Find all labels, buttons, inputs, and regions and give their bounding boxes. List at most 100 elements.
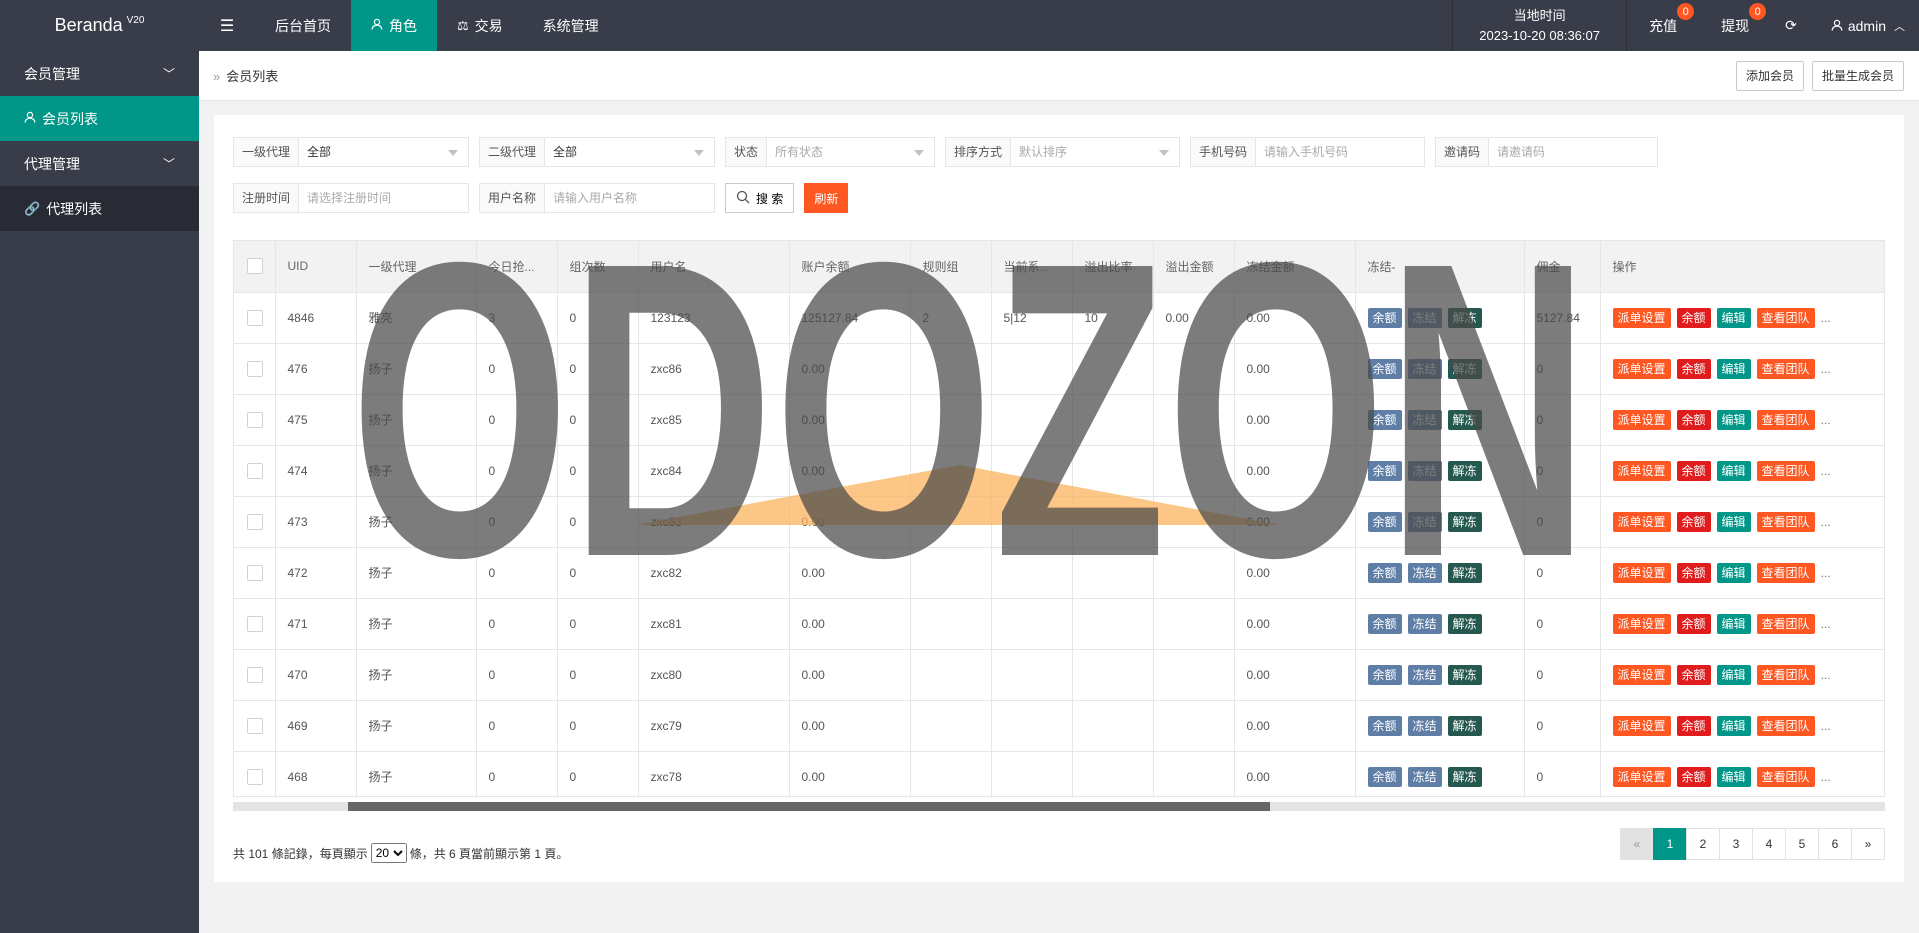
- freeze-button[interactable]: 冻结: [1407, 664, 1442, 685]
- unfreeze-button[interactable]: 解冻: [1447, 562, 1482, 583]
- more-actions-button[interactable]: ...: [1821, 464, 1831, 478]
- balance-edit-button[interactable]: 余额: [1676, 715, 1711, 736]
- row-checkbox[interactable]: [247, 411, 263, 428]
- status-select[interactable]: 状态 所有状态: [725, 137, 935, 167]
- balance-edit-button[interactable]: 余额: [1676, 511, 1711, 532]
- dispatch-settings-button[interactable]: 派单设置: [1612, 511, 1671, 532]
- unfreeze-button[interactable]: 解冻: [1447, 715, 1482, 736]
- brand-logo[interactable]: Beranda V20: [0, 0, 199, 51]
- balance-button[interactable]: 余额: [1367, 664, 1402, 685]
- row-checkbox[interactable]: [247, 564, 263, 581]
- nav-item-system[interactable]: 系统管理: [523, 0, 619, 51]
- column-header[interactable]: 冻结金额: [1234, 241, 1356, 293]
- balance-button[interactable]: 余额: [1367, 358, 1402, 379]
- dispatch-settings-button[interactable]: 派单设置: [1612, 664, 1671, 685]
- row-checkbox[interactable]: [247, 309, 263, 326]
- more-actions-button[interactable]: ...: [1821, 413, 1831, 427]
- table-row[interactable]: 476 扬子 0 0 zxc86 0.00 0.00 余额 冻结 解冻 0 派单设置 余额 编辑 查看团队.…: [234, 343, 1884, 395]
- sidebar-group-members[interactable]: 会员管理 ﹀: [0, 51, 199, 96]
- balance-edit-button[interactable]: 余额: [1676, 358, 1711, 379]
- edit-button[interactable]: 编辑: [1716, 460, 1751, 481]
- dispatch-settings-button[interactable]: 派单设置: [1612, 358, 1671, 379]
- unfreeze-button[interactable]: 解冻: [1447, 307, 1482, 328]
- column-header[interactable]: 账户余额: [789, 241, 911, 293]
- nav-item-trade[interactable]: ⚖ 交易: [437, 0, 523, 51]
- unfreeze-button[interactable]: 解冻: [1447, 613, 1482, 634]
- table-row[interactable]: 472 扬子 0 0 zxc82 0.00 0.00 余额 冻结 解冻 0 派单设置 余额 编辑 查看团队.…: [234, 547, 1884, 599]
- more-actions-button[interactable]: ...: [1821, 515, 1831, 529]
- column-header[interactable]: 规则组: [910, 241, 992, 293]
- menu-toggle-icon[interactable]: ☰: [199, 0, 255, 51]
- row-checkbox[interactable]: [247, 666, 263, 683]
- column-header[interactable]: 当前系...: [991, 241, 1073, 293]
- member-table[interactable]: UID 一级代理 今日抢... 组次数 用户名 账户余额 规则组 当前系... …: [233, 240, 1885, 797]
- view-team-button[interactable]: 查看团队: [1756, 307, 1815, 328]
- freeze-button[interactable]: 冻结: [1407, 358, 1442, 379]
- column-header[interactable]: 溢出金额: [1153, 241, 1235, 293]
- view-team-button[interactable]: 查看团队: [1756, 511, 1815, 532]
- dispatch-settings-button[interactable]: 派单设置: [1612, 562, 1671, 583]
- dispatch-settings-button[interactable]: 派单设置: [1612, 766, 1671, 787]
- refresh-button[interactable]: 刷新: [804, 183, 849, 213]
- refresh-icon[interactable]: ⟳: [1771, 0, 1811, 51]
- more-actions-button[interactable]: ...: [1821, 311, 1831, 325]
- scrollbar-thumb[interactable]: [348, 802, 1270, 811]
- edit-button[interactable]: 编辑: [1716, 664, 1751, 685]
- table-row[interactable]: 4846 雅亮 3 0 123123 125127.84 2 5|12 10 0.00 0.00 余额…: [234, 292, 1884, 344]
- view-team-button[interactable]: 查看团队: [1756, 664, 1815, 685]
- page-size-select[interactable]: 20: [370, 843, 407, 863]
- more-actions-button[interactable]: ...: [1821, 362, 1831, 376]
- dispatch-settings-button[interactable]: 派单设置: [1612, 613, 1671, 634]
- edit-button[interactable]: 编辑: [1716, 409, 1751, 430]
- edit-button[interactable]: 编辑: [1716, 715, 1751, 736]
- column-header[interactable]: 今日抢...: [476, 241, 558, 293]
- balance-button[interactable]: 余额: [1367, 460, 1402, 481]
- table-row[interactable]: 475 扬子 0 0 zxc85 0.00 0.00 余额 冻结 解冻 0 派单设置 余额 编辑 查看团队.…: [234, 394, 1884, 446]
- column-header[interactable]: 组次数: [557, 241, 639, 293]
- agent1-select[interactable]: 一级代理 全部: [233, 137, 469, 167]
- view-team-button[interactable]: 查看团队: [1756, 613, 1815, 634]
- balance-edit-button[interactable]: 余额: [1676, 664, 1711, 685]
- table-row[interactable]: 468 扬子 0 0 zxc78 0.00 0.00 余额 冻结 解冻 0 派单设置 余额 编辑 查看团队.…: [234, 751, 1884, 796]
- column-header[interactable]: UID: [275, 241, 357, 293]
- dispatch-settings-button[interactable]: 派单设置: [1612, 409, 1671, 430]
- column-header[interactable]: 一级代理: [356, 241, 477, 293]
- dispatch-settings-button[interactable]: 派单设置: [1612, 715, 1671, 736]
- balance-edit-button[interactable]: 余额: [1676, 307, 1711, 328]
- balance-button[interactable]: 余额: [1367, 562, 1402, 583]
- view-team-button[interactable]: 查看团队: [1756, 715, 1815, 736]
- view-team-button[interactable]: 查看团队: [1756, 460, 1815, 481]
- select-all-checkbox[interactable]: [247, 258, 263, 275]
- column-header[interactable]: 佣金: [1524, 241, 1601, 293]
- dispatch-settings-button[interactable]: 派单设置: [1612, 460, 1671, 481]
- balance-button[interactable]: 余额: [1367, 409, 1402, 430]
- view-team-button[interactable]: 查看团队: [1756, 562, 1815, 583]
- sidebar-item-member-list[interactable]: 会员列表: [0, 96, 199, 141]
- freeze-button[interactable]: 冻结: [1407, 307, 1442, 328]
- table-row[interactable]: 471 扬子 0 0 zxc81 0.00 0.00 余额 冻结 解冻 0 派单设置 余额 编辑 查看团队.…: [234, 598, 1884, 650]
- recharge-button[interactable]: 充值 0: [1627, 0, 1699, 51]
- freeze-button[interactable]: 冻结: [1407, 409, 1442, 430]
- nav-item-role[interactable]: 角色: [351, 0, 437, 51]
- balance-button[interactable]: 余额: [1367, 307, 1402, 328]
- horizontal-scrollbar[interactable]: [233, 802, 1885, 811]
- row-checkbox[interactable]: [247, 513, 263, 530]
- row-checkbox[interactable]: [247, 462, 263, 479]
- edit-button[interactable]: 编辑: [1716, 307, 1751, 328]
- unfreeze-button[interactable]: 解冻: [1447, 409, 1482, 430]
- table-row[interactable]: 469 扬子 0 0 zxc79 0.00 0.00 余额 冻结 解冻 0 派单设置 余额 编辑 查看团队.…: [234, 700, 1884, 752]
- unfreeze-button[interactable]: 解冻: [1447, 511, 1482, 532]
- unfreeze-button[interactable]: 解冻: [1447, 766, 1482, 787]
- balance-edit-button[interactable]: 余额: [1676, 562, 1711, 583]
- row-checkbox[interactable]: [247, 768, 263, 785]
- more-actions-button[interactable]: ...: [1821, 566, 1831, 580]
- balance-button[interactable]: 余额: [1367, 715, 1402, 736]
- balance-edit-button[interactable]: 余额: [1676, 766, 1711, 787]
- balance-edit-button[interactable]: 余额: [1676, 460, 1711, 481]
- edit-button[interactable]: 编辑: [1716, 511, 1751, 532]
- edit-button[interactable]: 编辑: [1716, 766, 1751, 787]
- invite-code-input[interactable]: [1489, 138, 1657, 166]
- column-header[interactable]: 冻结-: [1355, 241, 1525, 293]
- more-actions-button[interactable]: ...: [1821, 719, 1831, 733]
- page-button-5[interactable]: 5: [1785, 828, 1819, 860]
